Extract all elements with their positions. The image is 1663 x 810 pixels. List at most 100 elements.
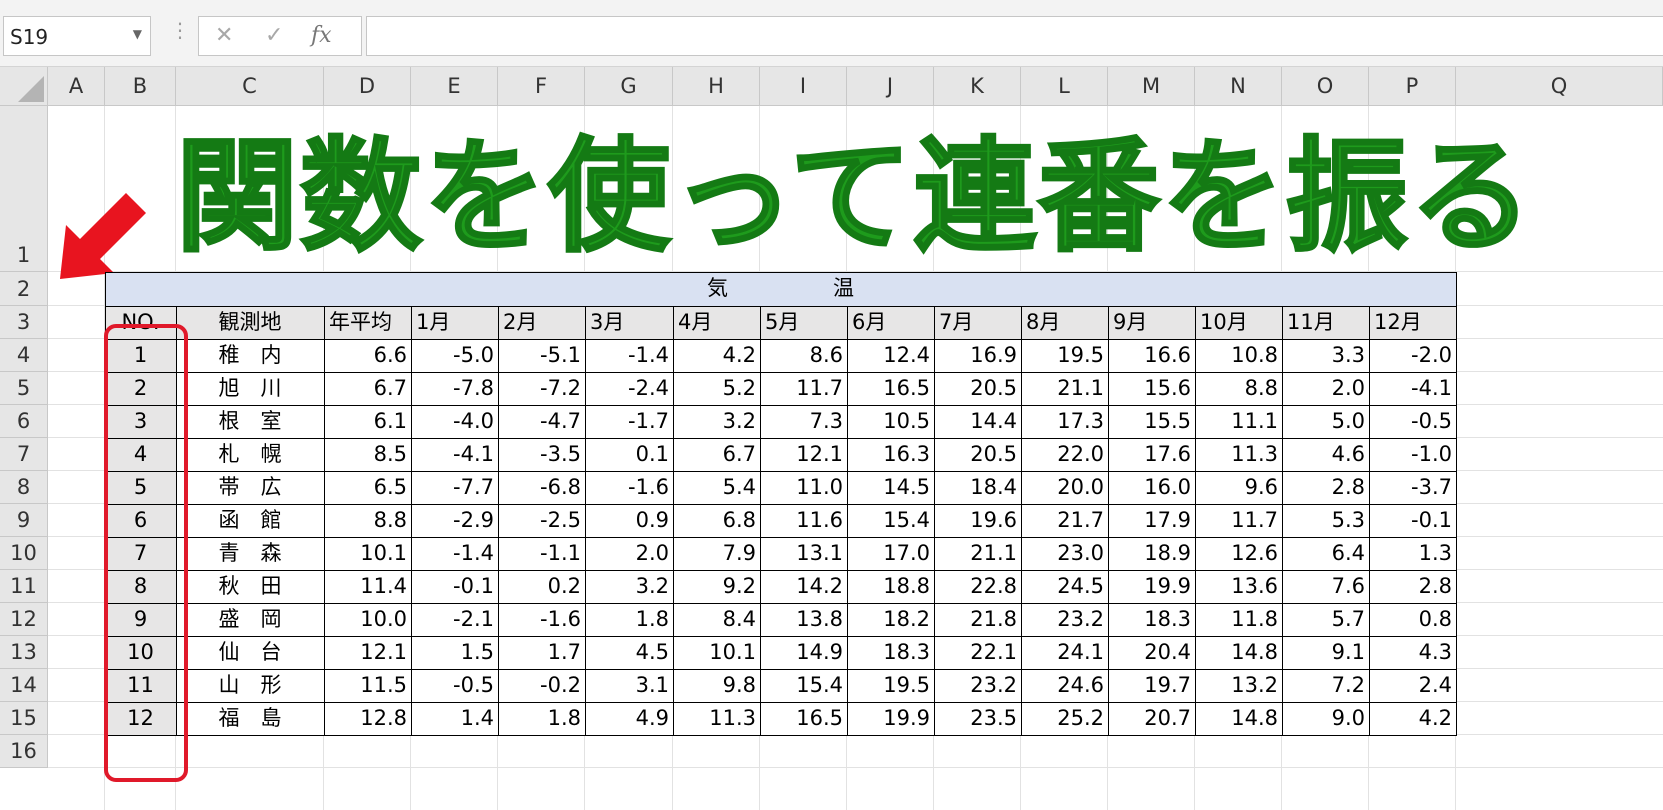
temperature-cell[interactable]: 8.6 xyxy=(760,339,847,372)
station-cell[interactable]: 青 森 xyxy=(176,537,324,570)
temperature-cell[interactable]: 18.8 xyxy=(847,570,934,603)
temperature-cell[interactable]: 11.3 xyxy=(673,702,760,735)
temperature-cell[interactable]: 1.8 xyxy=(585,603,673,636)
row-header-8[interactable]: 8 xyxy=(0,471,48,504)
temperature-cell[interactable]: -2.1 xyxy=(411,603,498,636)
column-header-m[interactable]: M xyxy=(1108,67,1195,106)
temperature-cell[interactable]: 6.7 xyxy=(673,438,760,471)
temperature-cell[interactable]: 21.8 xyxy=(934,603,1021,636)
temperature-cell[interactable]: 13.8 xyxy=(760,603,847,636)
temperature-cell[interactable]: 12.1 xyxy=(760,438,847,471)
temperature-cell[interactable]: 3.2 xyxy=(673,405,760,438)
temperature-cell[interactable]: -2.0 xyxy=(1369,339,1456,372)
station-cell[interactable]: 函 館 xyxy=(176,504,324,537)
station-cell[interactable]: 根 室 xyxy=(176,405,324,438)
temperature-cell[interactable]: 2.4 xyxy=(1369,669,1456,702)
row-header-5[interactable]: 5 xyxy=(0,372,48,405)
temperature-cell[interactable]: 8.8 xyxy=(324,504,411,537)
temperature-cell[interactable]: 2.8 xyxy=(1282,471,1369,504)
temperature-cell[interactable]: 18.3 xyxy=(1108,603,1195,636)
temperature-cell[interactable]: 23.2 xyxy=(934,669,1021,702)
temperature-cell[interactable]: -3.5 xyxy=(498,438,585,471)
row-header-10[interactable]: 10 xyxy=(0,537,48,570)
temperature-cell[interactable]: 17.6 xyxy=(1108,438,1195,471)
station-cell[interactable]: 稚 内 xyxy=(176,339,324,372)
temperature-cell[interactable]: 21.7 xyxy=(1021,504,1108,537)
temperature-cell[interactable]: 0.2 xyxy=(498,570,585,603)
temperature-cell[interactable]: -1.1 xyxy=(498,537,585,570)
temperature-cell[interactable]: 15.6 xyxy=(1108,372,1195,405)
temperature-cell[interactable]: 14.8 xyxy=(1195,702,1282,735)
temperature-cell[interactable]: 2.8 xyxy=(1369,570,1456,603)
temperature-cell[interactable]: 10.1 xyxy=(673,636,760,669)
temperature-cell[interactable]: 19.5 xyxy=(847,669,934,702)
temperature-cell[interactable]: -1.0 xyxy=(1369,438,1456,471)
header-cell[interactable]: 11月 xyxy=(1282,306,1369,339)
temperature-cell[interactable]: 5.3 xyxy=(1282,504,1369,537)
column-header-d[interactable]: D xyxy=(324,67,411,106)
row-header-16[interactable]: 16 xyxy=(0,735,48,768)
temperature-cell[interactable]: -4.1 xyxy=(1369,372,1456,405)
temperature-cell[interactable]: 11.7 xyxy=(760,372,847,405)
temperature-cell[interactable]: -1.6 xyxy=(498,603,585,636)
temperature-cell[interactable]: 17.3 xyxy=(1021,405,1108,438)
temperature-cell[interactable]: -7.7 xyxy=(411,471,498,504)
column-header-l[interactable]: L xyxy=(1021,67,1108,106)
row-header-9[interactable]: 9 xyxy=(0,504,48,537)
temperature-cell[interactable]: -2.9 xyxy=(411,504,498,537)
temperature-cell[interactable]: 3.3 xyxy=(1282,339,1369,372)
station-cell[interactable]: 盛 岡 xyxy=(176,603,324,636)
temperature-cell[interactable]: 23.0 xyxy=(1021,537,1108,570)
temperature-cell[interactable]: 6.5 xyxy=(324,471,411,504)
column-header-b[interactable]: B xyxy=(105,67,176,106)
temperature-cell[interactable]: 11.7 xyxy=(1195,504,1282,537)
temperature-cell[interactable]: 20.0 xyxy=(1021,471,1108,504)
temperature-cell[interactable]: 15.4 xyxy=(760,669,847,702)
cancel-icon[interactable]: ✕ xyxy=(215,23,233,48)
temperature-cell[interactable]: 14.8 xyxy=(1195,636,1282,669)
temperature-cell[interactable]: 0.9 xyxy=(585,504,673,537)
temperature-cell[interactable]: 13.6 xyxy=(1195,570,1282,603)
temperature-cell[interactable]: 11.4 xyxy=(324,570,411,603)
temperature-cell[interactable]: 7.3 xyxy=(760,405,847,438)
temperature-cell[interactable]: 5.7 xyxy=(1282,603,1369,636)
temperature-cell[interactable]: 19.9 xyxy=(847,702,934,735)
temperature-cell[interactable]: 23.5 xyxy=(934,702,1021,735)
temperature-cell[interactable]: 6.4 xyxy=(1282,537,1369,570)
temperature-cell[interactable]: 24.6 xyxy=(1021,669,1108,702)
temperature-cell[interactable]: 22.0 xyxy=(1021,438,1108,471)
column-header-o[interactable]: O xyxy=(1282,67,1369,106)
header-cell[interactable]: 12月 xyxy=(1369,306,1456,339)
temperature-cell[interactable]: 12.8 xyxy=(324,702,411,735)
header-cell[interactable]: 8月 xyxy=(1021,306,1108,339)
column-header-e[interactable]: E xyxy=(411,67,498,106)
temperature-cell[interactable]: -5.0 xyxy=(411,339,498,372)
temperature-cell[interactable]: 18.9 xyxy=(1108,537,1195,570)
temperature-cell[interactable]: 5.2 xyxy=(673,372,760,405)
row-header-4[interactable]: 4 xyxy=(0,339,48,372)
temperature-cell[interactable]: 14.5 xyxy=(847,471,934,504)
temperature-cell[interactable]: 4.5 xyxy=(585,636,673,669)
chevron-down-icon[interactable]: ▼ xyxy=(133,27,142,41)
header-cell[interactable]: 5月 xyxy=(760,306,847,339)
station-cell[interactable]: 旭 川 xyxy=(176,372,324,405)
column-header-p[interactable]: P xyxy=(1369,67,1456,106)
station-cell[interactable]: 帯 広 xyxy=(176,471,324,504)
temperature-cell[interactable]: -0.1 xyxy=(411,570,498,603)
temperature-cell[interactable]: 19.6 xyxy=(934,504,1021,537)
temperature-cell[interactable]: 22.8 xyxy=(934,570,1021,603)
temperature-cell[interactable]: -0.2 xyxy=(498,669,585,702)
temperature-cell[interactable]: 7.2 xyxy=(1282,669,1369,702)
temperature-cell[interactable]: 9.8 xyxy=(673,669,760,702)
temperature-cell[interactable]: -1.6 xyxy=(585,471,673,504)
temperature-cell[interactable]: 0.1 xyxy=(585,438,673,471)
temperature-cell[interactable]: 12.6 xyxy=(1195,537,1282,570)
station-cell[interactable]: 札 幌 xyxy=(176,438,324,471)
temperature-cell[interactable]: 2.0 xyxy=(1282,372,1369,405)
temperature-cell[interactable]: 5.0 xyxy=(1282,405,1369,438)
temperature-cell[interactable]: 12.1 xyxy=(324,636,411,669)
temperature-cell[interactable]: 0.8 xyxy=(1369,603,1456,636)
temperature-cell[interactable]: 11.0 xyxy=(760,471,847,504)
temperature-cell[interactable]: 6.6 xyxy=(324,339,411,372)
temperature-cell[interactable]: 24.1 xyxy=(1021,636,1108,669)
